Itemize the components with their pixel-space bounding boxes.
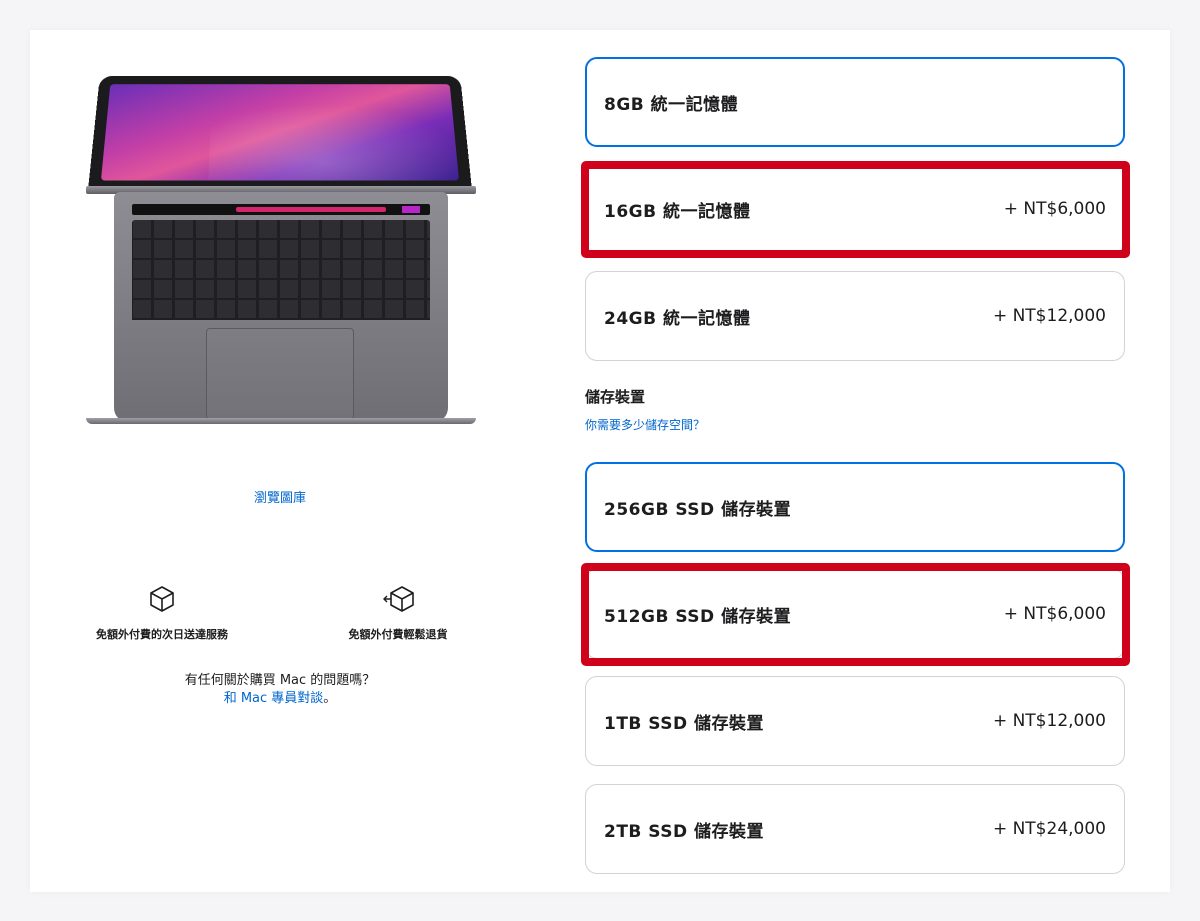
laptop-keyboard	[132, 220, 430, 320]
free-returns-badge: 免額外付費輕鬆退貨	[298, 584, 498, 642]
option-price: + NT$6,000	[1003, 604, 1106, 624]
option-name: 2TB SSD 儲存裝置	[604, 821, 765, 842]
laptop-screen	[88, 75, 472, 190]
storage-option-512gb[interactable]: 512GB SSD 儲存裝置 + NT$6,000	[585, 569, 1125, 659]
box-icon	[147, 584, 177, 614]
option-name: 256GB SSD 儲存裝置	[604, 499, 792, 520]
touch-bar	[132, 204, 430, 215]
help-suffix: 。	[323, 691, 337, 706]
storage-section-title: 儲存裝置	[585, 388, 646, 406]
option-price: + NT$24,000	[992, 819, 1106, 839]
browse-gallery-link[interactable]: 瀏覽圖庫	[200, 487, 360, 506]
option-name: 16GB 統一記憶體	[604, 201, 751, 222]
option-name: 24GB 統一記憶體	[604, 308, 751, 329]
help-line: 和 Mac 專員對談。	[150, 690, 410, 708]
option-name: 8GB 統一記憶體	[604, 94, 739, 115]
option-name: 512GB SSD 儲存裝置	[604, 606, 792, 627]
storage-option-1tb[interactable]: 1TB SSD 儲存裝置 + NT$12,000	[585, 676, 1125, 766]
option-name: 1TB SSD 儲存裝置	[604, 713, 765, 734]
laptop-wallpaper	[100, 84, 460, 181]
option-price: + NT$6,000	[1003, 199, 1106, 219]
laptop-base	[114, 192, 448, 422]
memory-option-24gb[interactable]: 24GB 統一記憶體 + NT$12,000	[585, 271, 1125, 361]
help-question: 有任何關於購買 Mac 的問題嗎？	[184, 673, 376, 688]
free-delivery-label: 免額外付費的次日送達服務	[96, 628, 228, 641]
storage-option-2tb[interactable]: 2TB SSD 儲存裝置 + NT$24,000	[585, 784, 1125, 874]
help-section: 有任何關於購買 Mac 的問題嗎？ 和 Mac 專員對談。	[150, 672, 410, 708]
memory-option-8gb[interactable]: 8GB 統一記憶體	[585, 57, 1125, 147]
macbook-pro-image	[86, 62, 476, 430]
return-box-icon	[383, 584, 414, 614]
laptop-foot	[86, 418, 476, 424]
memory-option-16gb[interactable]: 16GB 統一記憶體 + NT$6,000	[585, 164, 1125, 254]
option-price: + NT$12,000	[992, 306, 1106, 326]
touch-bar-button	[402, 206, 420, 213]
laptop-trackpad	[206, 328, 354, 420]
free-delivery-badge: 免額外付費的次日送達服務	[62, 584, 262, 642]
free-returns-label: 免額外付費輕鬆退貨	[348, 628, 448, 641]
option-price: + NT$12,000	[992, 711, 1106, 731]
keyboard-rows	[132, 220, 430, 320]
chat-specialist-link[interactable]: 和 Mac 專員對談	[224, 691, 324, 706]
storage-help-link[interactable]: 你需要多少儲存空間？	[585, 416, 705, 433]
storage-option-256gb[interactable]: 256GB SSD 儲存裝置	[585, 462, 1125, 552]
touch-bar-slider	[236, 207, 386, 212]
